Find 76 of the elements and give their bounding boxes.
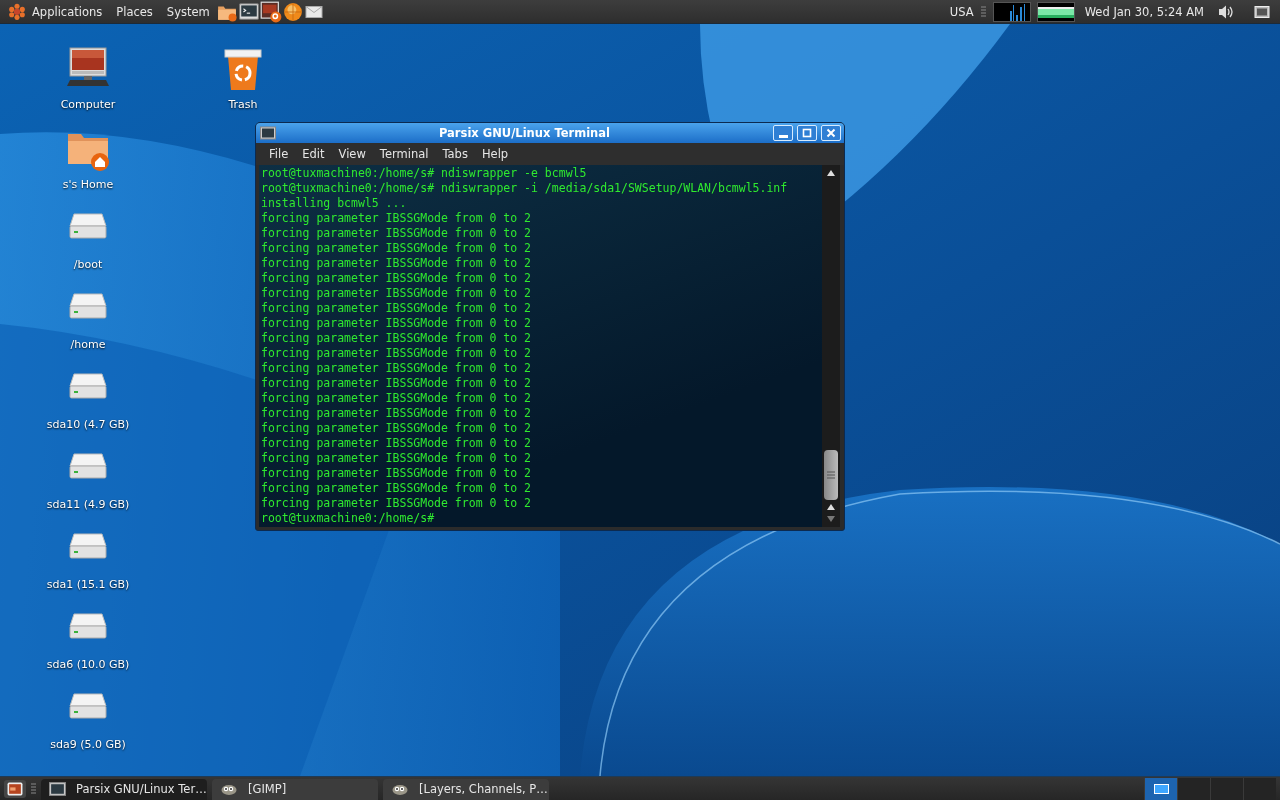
globe-icon[interactable] (282, 1, 303, 22)
gimp-icon (220, 782, 238, 796)
terminal-icon[interactable] (238, 2, 259, 21)
network-monitor-graph[interactable] (1036, 1, 1075, 22)
terminal-line: forcing parameter IBSSGMode from 0 to 2 (261, 271, 533, 286)
desktop-icon-label[interactable]: /boot (73, 258, 103, 271)
system-monitor-graph[interactable] (992, 1, 1031, 22)
volume-icon[interactable] (1218, 3, 1234, 20)
menu-item[interactable]: Terminal (372, 147, 436, 161)
terminal-line: installing bcmwl5 ... (261, 196, 408, 211)
search-icon[interactable] (259, 0, 282, 23)
desktop-icon-label[interactable]: /home (70, 338, 106, 351)
terminal-line: forcing parameter IBSSGMode from 0 to 2 (261, 301, 533, 316)
scrollbar-thumb[interactable] (824, 450, 838, 500)
gimp-icon (391, 782, 409, 796)
handle-icon[interactable] (30, 782, 37, 795)
panel-menu[interactable]: System (158, 0, 216, 23)
terminal-line: forcing parameter IBSSGMode from 0 to 2 (261, 316, 533, 331)
maximize-button[interactable] (797, 125, 817, 141)
desktop-icon-label[interactable]: sda6 (10.0 GB) (46, 658, 130, 671)
scrollbar[interactable] (822, 165, 840, 527)
menu-item[interactable]: View (331, 147, 373, 161)
terminal-line: forcing parameter IBSSGMode from 0 to 2 (261, 241, 533, 256)
desktop-icon-label[interactable]: sda1 (15.1 GB) (46, 578, 130, 591)
terminal-line: root@tuxmachine0:/home/s# (261, 511, 436, 526)
scroll-up-icon[interactable] (826, 168, 836, 178)
desktop-icon-label[interactable]: sda9 (5.0 GB) (50, 738, 126, 751)
terminal-line: root@tuxmachine0:/home/s# ndiswrapper -e bcmwl5 (261, 166, 588, 181)
show-desktop-icon[interactable] (6, 780, 24, 797)
terminal-icon[interactable] (260, 126, 276, 140)
task-button[interactable]: Parsix GNU/Linux Ter… (41, 778, 207, 800)
terminal-line: forcing parameter IBSSGMode from 0 to 2 (261, 346, 533, 361)
display-icon[interactable] (1254, 3, 1270, 20)
handle-icon[interactable] (979, 5, 987, 18)
terminal-icon (49, 782, 66, 796)
terminal-line: forcing parameter IBSSGMode from 0 to 2 (261, 361, 533, 376)
maximize-icon (801, 127, 813, 139)
terminal-line: forcing parameter IBSSGMode from 0 to 2 (261, 421, 533, 436)
menu-item[interactable]: Edit (295, 147, 332, 161)
desktop-icon-label[interactable]: Computer (60, 98, 116, 111)
terminal-line: forcing parameter IBSSGMode from 0 to 2 (261, 211, 533, 226)
desktop-icon-label[interactable]: s's Home (62, 178, 114, 191)
close-button[interactable] (821, 125, 841, 141)
terminal-line: forcing parameter IBSSGMode from 0 to 2 (261, 376, 533, 391)
clock[interactable]: Wed Jan 30, 5:24 AM (1084, 4, 1204, 19)
panel-menu[interactable]: Places (108, 0, 159, 23)
desktop-icon-label[interactable]: sda10 (4.7 GB) (46, 418, 130, 431)
terminal-line: forcing parameter IBSSGMode from 0 to 2 (261, 466, 533, 481)
menu-item[interactable]: Help (474, 147, 516, 161)
foot-icon (8, 3, 26, 20)
terminal-line: forcing parameter IBSSGMode from 0 to 2 (261, 286, 533, 301)
terminal-line: forcing parameter IBSSGMode from 0 to 2 (261, 436, 533, 451)
keyboard-layout[interactable]: USA (949, 4, 974, 19)
workspace[interactable] (1144, 777, 1177, 800)
close-icon (825, 127, 837, 139)
scroll-up-icon[interactable] (826, 502, 836, 512)
menu-item[interactable]: Tabs (435, 147, 475, 161)
menu-item[interactable]: File (262, 147, 296, 161)
panel-menu[interactable]: Applications (0, 0, 109, 23)
terminal-line: forcing parameter IBSSGMode from 0 to 2 (261, 226, 533, 241)
terminal-line: forcing parameter IBSSGMode from 0 to 2 (261, 331, 533, 346)
minimize-button[interactable] (773, 125, 793, 141)
desktop-icon-label[interactable]: sda11 (4.9 GB) (46, 498, 130, 511)
terminal-line: forcing parameter IBSSGMode from 0 to 2 (261, 406, 533, 421)
terminal-line: root@tuxmachine0:/home/s# ndiswrapper -i /media/sda1/SWSetup/WLAN/bcmwl5.inf (261, 181, 789, 196)
task-button[interactable]: [Layers, Channels, P… (383, 778, 549, 800)
terminal-line: forcing parameter IBSSGMode from 0 to 2 (261, 256, 533, 271)
scroll-down-icon[interactable] (826, 514, 836, 524)
window-title: Parsix GNU/Linux Terminal (438, 126, 611, 140)
task-button[interactable]: [GIMP] (212, 778, 378, 800)
desktop-icon-label[interactable]: Trash (228, 98, 258, 111)
terminal-line: forcing parameter IBSSGMode from 0 to 2 (261, 451, 533, 466)
terminal-line: forcing parameter IBSSGMode from 0 to 2 (261, 496, 533, 511)
minimize-icon (778, 135, 788, 138)
terminal-line: forcing parameter IBSSGMode from 0 to 2 (261, 481, 533, 496)
terminal-line: forcing parameter IBSSGMode from 0 to 2 (261, 391, 533, 406)
